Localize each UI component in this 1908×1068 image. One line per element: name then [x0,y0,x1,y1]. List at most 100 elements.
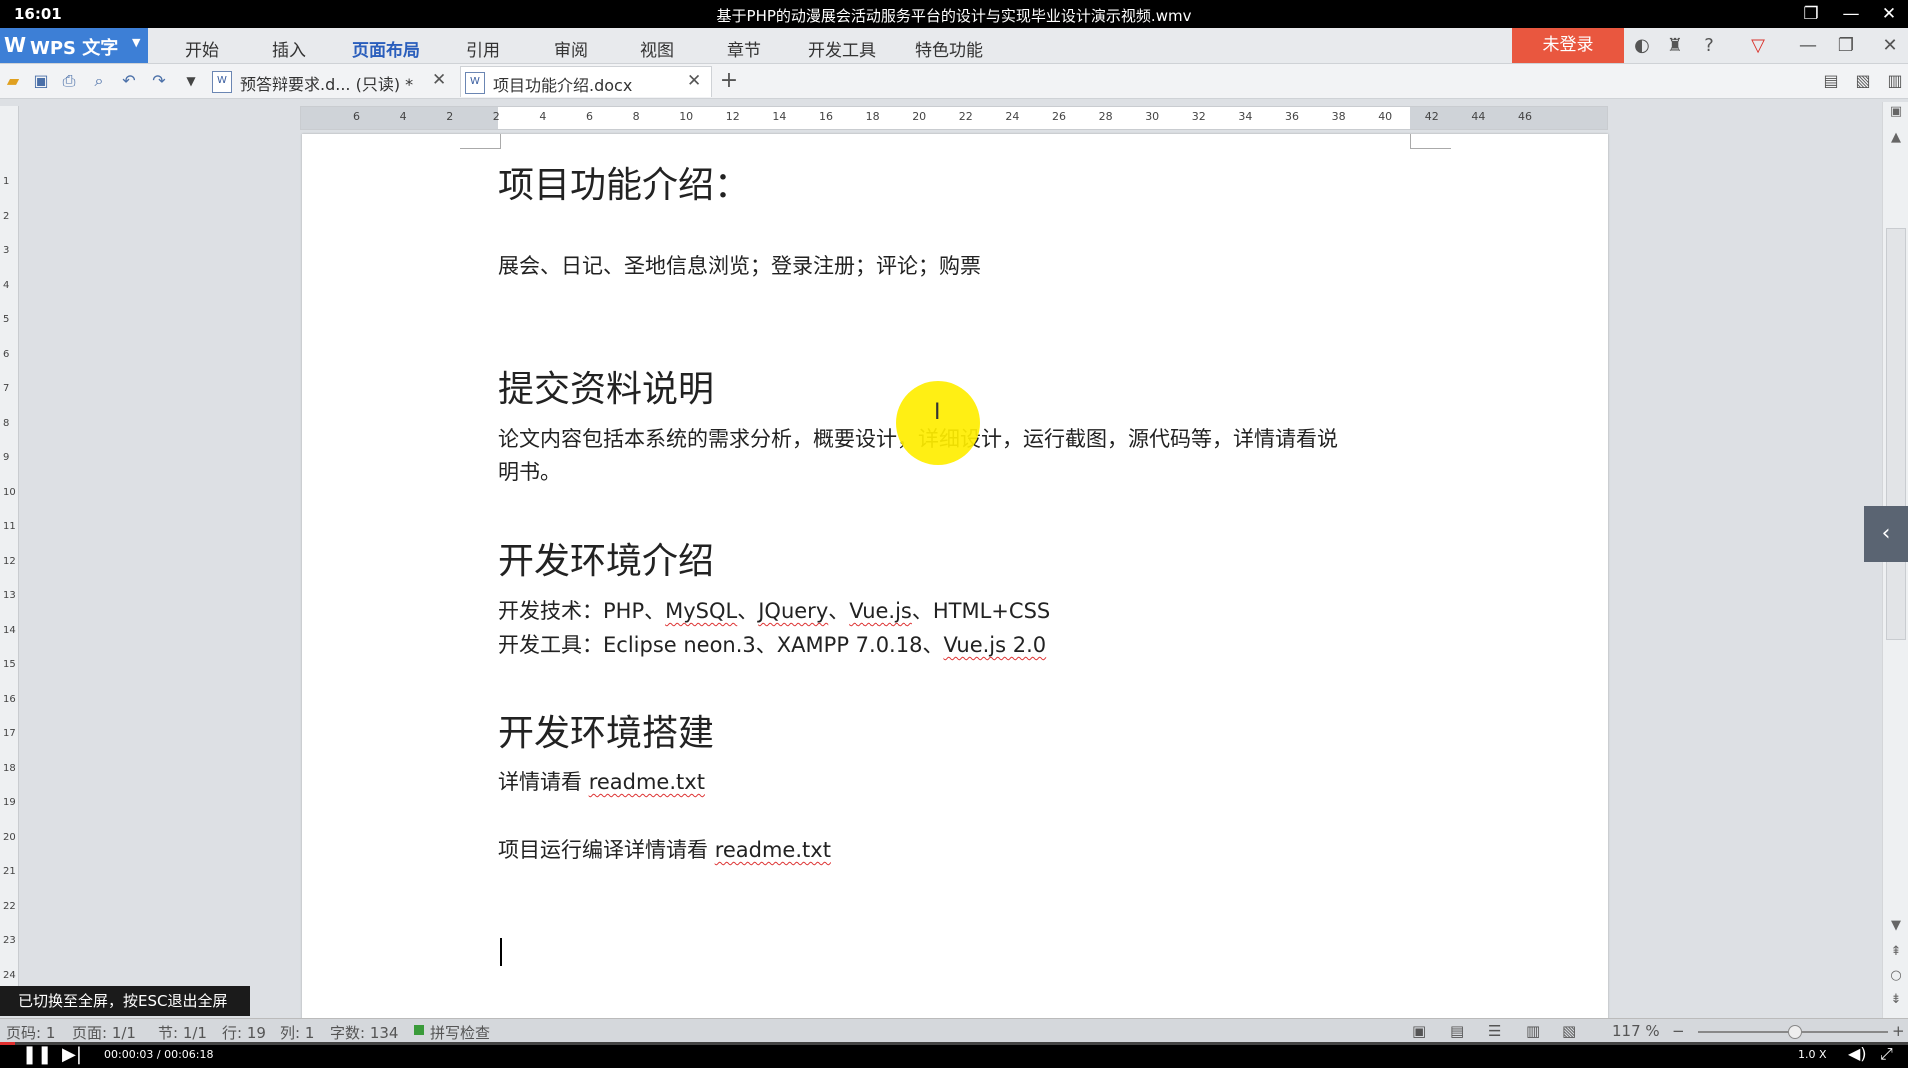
ruler-tick-label: 4 [399,110,407,123]
ruler-tick-label: 30 [1145,110,1160,123]
next-icon[interactable]: ▶| [62,1044,82,1065]
zoom-out-icon[interactable]: − [1672,1022,1685,1040]
ruler-tick-label: 4 [3,279,10,291]
run-prefix: 项目运行编译详情请看 [498,838,715,862]
doc-close-icon[interactable]: ✕ [1878,34,1902,58]
help-icon[interactable]: ? [1697,34,1721,58]
menu-section[interactable]: 章节 [727,36,761,61]
features-text: 展会、日记、圣地信息浏览；登录注册；评论；购票 [498,254,981,278]
video-progress[interactable] [0,1042,1908,1045]
ruler-tick-label: 8 [3,417,10,429]
toolbar-dropdown-icon[interactable]: ▼ [180,70,202,92]
playback-speed[interactable]: 1.0 X [1798,1048,1827,1061]
ruler-tick-label: 18 [3,762,16,774]
close-icon[interactable]: ✕ [1874,2,1904,26]
status-col: 列: 1 [280,1024,315,1042]
tab-project-features[interactable]: W 项目功能介绍.docx ✕ [460,66,712,97]
view-page-icon[interactable]: ▤ [1450,1022,1464,1040]
view-fullscreen-icon[interactable]: ▣ [1412,1022,1426,1040]
view-outline-icon[interactable]: ☰ [1488,1022,1501,1040]
undo-icon[interactable]: ↶ [118,70,140,92]
video-progress-fill [0,1042,16,1045]
tech-item: Vue.js [849,599,912,623]
tools-line: 开发工具：Eclipse neon.3、XAMPP 7.0.18、Vue.js … [498,629,1046,662]
zoom-in-icon[interactable]: + [1892,1022,1905,1040]
shirt-icon[interactable]: ♜ [1663,34,1687,58]
ruler-tick-label: 8 [632,110,640,123]
dropdown-icon: ▼ [132,36,141,49]
panel-icon-1[interactable]: ▤ [1820,70,1842,92]
redo-icon[interactable]: ↷ [148,70,170,92]
ruler-tick-label: 40 [1378,110,1393,123]
ruler-tick-label: 12 [725,110,740,123]
view-read-icon[interactable]: ▧ [1562,1022,1576,1040]
tech-item: JQuery [758,599,829,623]
ruler-tick-label: 3 [3,245,10,256]
pause-icon[interactable]: ❚❚ [22,1044,52,1065]
doc-minimize-icon[interactable]: — [1796,34,1820,58]
doc-restore-icon[interactable]: ❐ [1834,34,1858,58]
app-menu-button[interactable]: W WPS 文字 ▼ [0,28,148,63]
scroll-down-icon[interactable]: ▼ [1883,918,1908,933]
prev-page-icon[interactable]: ⇞ [1883,944,1908,959]
tab-close-icon[interactable]: ✕ [687,71,701,91]
panel-toggle-icon[interactable]: ▣ [1883,104,1908,119]
menu-features[interactable]: 特色功能 [915,36,983,61]
skin-icon[interactable]: ◐ [1630,34,1654,58]
tab-close-icon[interactable]: ✕ [432,70,446,90]
ruler-tick-label: 16 [3,693,16,705]
menu-page-layout[interactable]: 页面布局 [352,36,420,61]
tab-label: 项目功能介绍.docx [493,76,633,95]
preview-icon[interactable]: ⌕ [88,70,110,92]
add-tab-icon[interactable]: + [718,70,740,92]
collapse-ribbon-icon[interactable]: ▽ [1746,34,1770,58]
ruler-tick-label: 24 [3,969,16,981]
select-browse-icon[interactable]: ○ [1883,968,1908,983]
ruler-tick-label: 14 [772,110,787,123]
ruler-tick-label: 6 [353,110,360,123]
save-icon[interactable]: ▣ [30,70,52,92]
print-icon[interactable]: ⎙ [58,70,80,92]
text-caret [500,938,502,966]
ruler-tick-label: 7 [3,383,10,394]
fullscreen-icon[interactable]: ⤢ [1880,1044,1893,1064]
menu-developer[interactable]: 开发工具 [808,36,876,61]
next-page-icon[interactable]: ⇟ [1883,992,1908,1007]
minimize-icon[interactable]: — [1836,2,1866,26]
scroll-up-icon[interactable]: ▲ [1883,130,1908,145]
wps-logo-icon: W [4,33,27,57]
panel-icon-2[interactable]: ▧ [1852,70,1874,92]
zoom-slider-knob[interactable] [1788,1025,1802,1039]
scroll-thumb[interactable] [1886,228,1906,640]
spell-check-button[interactable]: 拼写检查 [430,1022,490,1043]
tool-item: Eclipse neon.3 [603,633,756,657]
restore-icon[interactable]: ❐ [1796,2,1826,26]
side-panel-collapse-icon[interactable]: ‹ [1864,506,1908,562]
ruler-tick-label: 32 [1191,110,1206,123]
ruler-tick-label: 14 [3,624,16,636]
video-time: 00:00:03 / 00:06:18 [104,1048,214,1061]
panel-icon-3[interactable]: ▥ [1884,70,1906,92]
ruler-tick-label: 44 [1471,110,1486,123]
menu-insert[interactable]: 插入 [272,36,306,61]
horizontal-ruler[interactable]: 6 4 2 2 4 6 8 10 12 14 16 18 20 22 24 26 28 30 32 34 36 38 40 4… [300,106,1608,130]
window-title: 基于PHP的动漫展会活动服务平台的设计与实现毕业设计演示视频.wmv [716,7,1192,25]
menu-review[interactable]: 审阅 [554,36,588,61]
separator: 、 [737,599,759,623]
ruler-tick-label: 16 [819,110,833,123]
heading-dev-environment: 开发环境介绍 [498,541,715,582]
menu-start[interactable]: 开始 [185,36,219,61]
view-web-icon[interactable]: ▥ [1526,1022,1540,1040]
heading-submission: 提交资料说明 [498,369,715,410]
ruler-tick-label: 20 [3,831,16,843]
volume-icon[interactable]: ◀) [1848,1044,1867,1063]
tab-defense-requirements[interactable]: W 预答辩要求.d... (只读) * ✕ [208,66,448,96]
separator: 、 [922,633,944,657]
ruler-tick-label: 2 [446,110,454,123]
menu-view[interactable]: 视图 [640,36,674,61]
document-page[interactable]: 项目功能介绍： 展会、日记、圣地信息浏览；登录注册；评论；购票 提交资料说明 论… [302,134,1608,1020]
vertical-ruler[interactable]: 1 2 3 4 5 6 7 8 9 10 11 12 13 14 15 16 17 18 19 20 21 22 23 24 [0,106,19,1016]
login-button[interactable]: 未登录 [1512,28,1624,63]
menu-references[interactable]: 引用 [466,36,500,61]
open-icon[interactable]: ▰ [2,70,24,92]
